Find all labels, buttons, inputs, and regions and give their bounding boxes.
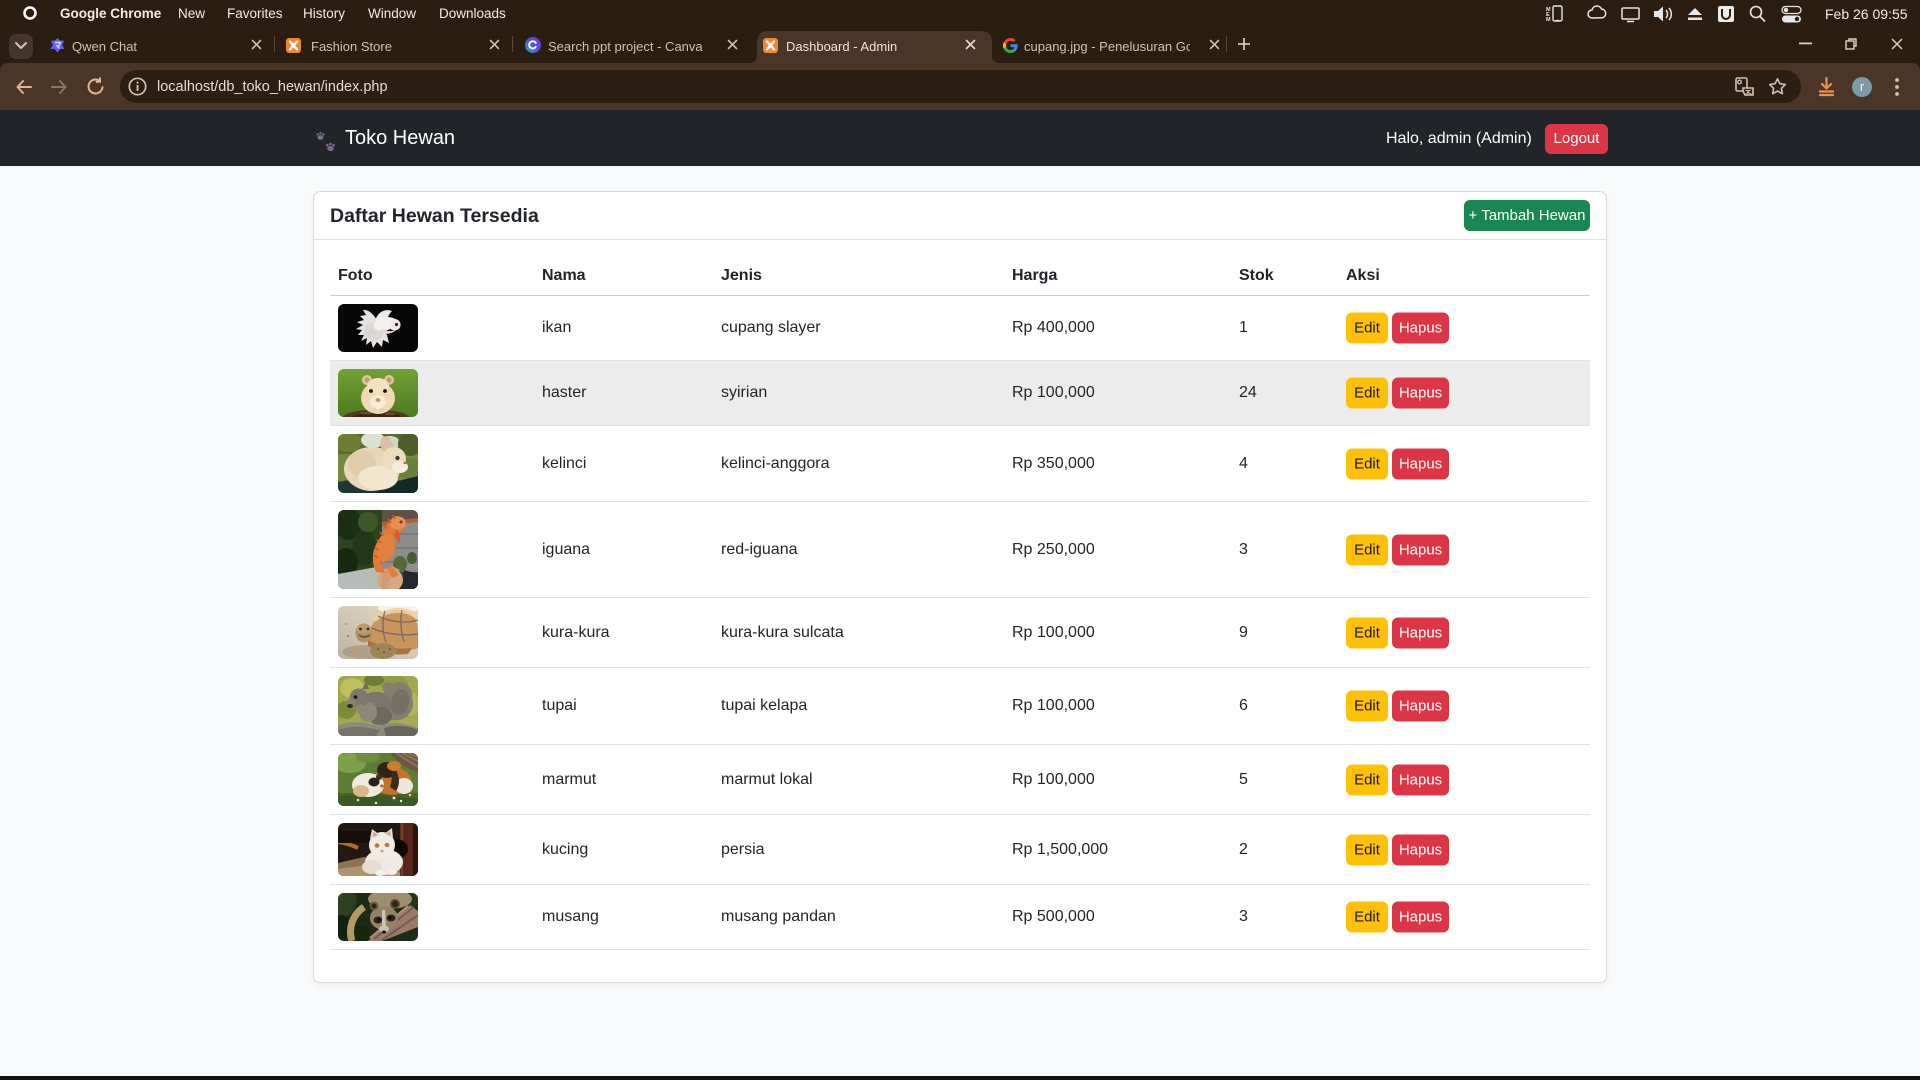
svg-text:MEM: MEM [1546,7,1551,23]
